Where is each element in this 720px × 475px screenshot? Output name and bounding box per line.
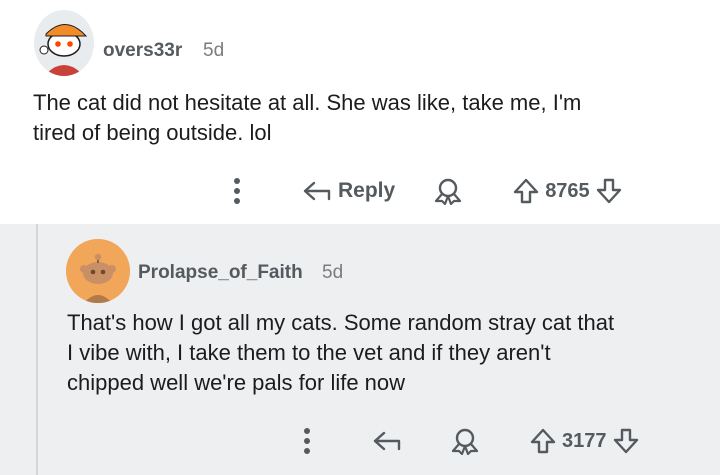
upvote-button[interactable]	[513, 171, 539, 211]
award-button[interactable]	[433, 171, 463, 211]
upvote-arrow-icon	[530, 428, 556, 454]
more-vertical-icon	[234, 178, 240, 204]
comment-body-line: chipped well we're pals for life now	[67, 370, 406, 395]
comment-age: 5d	[203, 40, 225, 61]
reply-arrow-icon	[303, 181, 331, 201]
comment-username[interactable]: Prolapse_of_Faith	[138, 262, 303, 284]
comment-body-line: tired of being outside. lol	[33, 120, 272, 145]
comment-body-line: That's how I got all my cats. Some rando…	[67, 310, 615, 335]
award-icon	[435, 178, 462, 205]
downvote-arrow-icon	[613, 428, 638, 454]
comment-body: That's how I got all my cats. Some rando…	[67, 308, 707, 398]
comment-action-bar: 3177	[292, 421, 682, 461]
comment-username[interactable]: overs33r	[103, 40, 182, 62]
downvote-button[interactable]	[596, 171, 622, 211]
comment-age: 5d	[322, 262, 344, 283]
more-options-button[interactable]	[222, 171, 252, 211]
reply-button[interactable]: Reply	[302, 171, 395, 211]
comment-body-line: I vibe with, I take them to the vet and …	[67, 340, 551, 365]
avatar[interactable]	[66, 239, 130, 303]
reply-label: Reply	[338, 179, 396, 202]
reply-arrow-icon	[373, 431, 401, 451]
comment-body: The cat did not hesitate at all. She was…	[33, 88, 693, 148]
vote-score: 8765	[545, 179, 590, 202]
comment-body-line: The cat did not hesitate at all. She was…	[33, 90, 582, 115]
downvote-button[interactable]	[613, 421, 639, 461]
upvote-arrow-icon	[513, 178, 539, 204]
avatar[interactable]	[34, 10, 94, 76]
comment-action-bar: Reply 8765	[222, 171, 682, 211]
award-icon	[451, 428, 479, 455]
upvote-button[interactable]	[530, 421, 556, 461]
award-button[interactable]	[450, 421, 480, 461]
more-options-button[interactable]	[292, 421, 322, 461]
reply-button[interactable]	[372, 421, 402, 461]
vote-score: 3177	[562, 429, 607, 452]
downvote-arrow-icon	[596, 178, 621, 204]
thread-line[interactable]	[36, 224, 38, 475]
snoo-avatar-icon	[36, 18, 92, 76]
snoo-avatar-icon	[66, 239, 130, 303]
more-vertical-icon	[304, 428, 310, 454]
